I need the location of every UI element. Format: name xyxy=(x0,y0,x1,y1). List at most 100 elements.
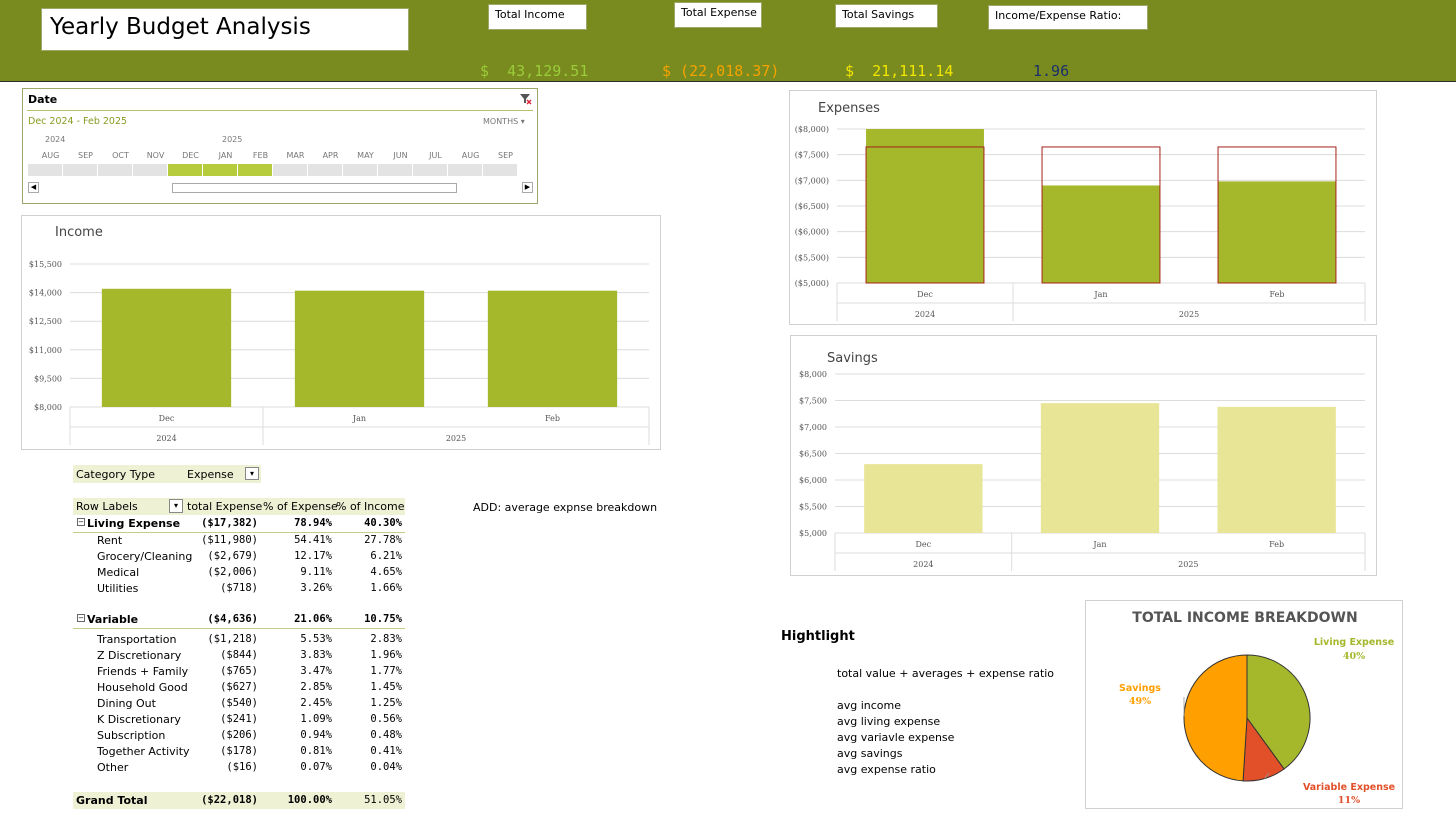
grand-total-label: Grand Total xyxy=(76,794,148,807)
filter-dropdown-icon[interactable]: ▾ xyxy=(245,467,259,480)
pct-income-header[interactable]: % of Income xyxy=(336,500,405,513)
expenses-chart-panel[interactable]: Expenses ($8,000) ($7,500) ($7,000) ($6,500… xyxy=(789,90,1377,325)
pivot-data-row: Dining Out ($540) 2.45% 1.25% xyxy=(73,695,405,711)
savings-bar-feb[interactable] xyxy=(1217,406,1336,533)
timeline-scrollbar-thumb[interactable] xyxy=(172,183,457,193)
total-expense-header[interactable]: total Expense xyxy=(187,500,262,513)
savings-year-label: 2024 xyxy=(913,560,933,569)
timeline-month-12: AUG xyxy=(461,151,480,160)
pivot-row-pct-expense: 3.83% xyxy=(300,649,332,661)
timeline-cell-5[interactable] xyxy=(203,164,237,176)
collapse-icon[interactable]: − xyxy=(77,518,85,526)
pivot-row-pct-expense: 9.11% xyxy=(300,566,332,578)
timeline-cell-2[interactable] xyxy=(98,164,132,176)
timeline-level-dropdown[interactable]: MONTHS ▾ xyxy=(483,117,525,126)
pivot-group-name[interactable]: Variable xyxy=(87,613,138,626)
kpi-total-savings-label[interactable]: Total Savings xyxy=(835,4,938,28)
income-chart-panel[interactable]: Income $15,500 $14,000 $12,500 $11,000 $9,50… xyxy=(21,215,661,450)
expenses-tick-label: ($7,000) xyxy=(795,176,829,185)
income-tick-label: $15,500 xyxy=(29,260,62,269)
timeline-cell-1[interactable] xyxy=(63,164,97,176)
timeline-level-label: MONTHS xyxy=(483,117,519,126)
pivot-row-total: ($2,006) xyxy=(207,566,258,578)
pivot-row-total: ($178) xyxy=(220,745,258,757)
kpi-total-expense-label[interactable]: Total Expense xyxy=(674,2,762,28)
kpi-total-income-label[interactable]: Total Income xyxy=(488,4,587,30)
kpi-total-expense-value: $ (22,018.37) xyxy=(662,62,780,80)
pivot-data-row: Other ($16) 0.07% 0.04% xyxy=(73,759,405,775)
pivot-row-total: ($2,679) xyxy=(207,550,258,562)
scroll-right-arrow-icon[interactable]: ▶ xyxy=(522,182,533,193)
dashboard-title[interactable]: Yearly Budget Analysis xyxy=(41,8,409,51)
expenses-tick-label: ($8,000) xyxy=(795,125,829,134)
timeline-cell-8[interactable] xyxy=(308,164,342,176)
grand-total-pct-income: 51.05% xyxy=(364,794,402,806)
pivot-row-pct-expense: 2.45% xyxy=(300,697,332,709)
grand-total-value: ($22,018) xyxy=(201,794,258,806)
pie-slice-savings[interactable] xyxy=(1183,654,1248,782)
collapse-icon[interactable]: − xyxy=(77,614,85,622)
income-bar-dec[interactable] xyxy=(101,288,232,407)
income-bar-jan[interactable] xyxy=(294,290,425,407)
timeline-cell-7[interactable] xyxy=(273,164,307,176)
highlight-item: avg expense ratio xyxy=(837,763,936,776)
pivot-group-pct-expense: 21.06% xyxy=(294,613,332,625)
highlight-item: total value + averages + expense ratio xyxy=(837,667,1055,680)
pie-label-pct: 11% xyxy=(1338,795,1360,806)
kpi-total-savings-value: $ 21,111.14 xyxy=(845,62,954,80)
pivot-row-total: ($627) xyxy=(220,681,258,693)
pivot-group-total: ($17,382) xyxy=(201,517,258,529)
timeline-cell-11[interactable] xyxy=(413,164,447,176)
income-tick-label: $8,000 xyxy=(34,403,62,412)
timeline-month-5: JAN xyxy=(218,151,233,160)
pivot-group-name[interactable]: Living Expense xyxy=(87,517,180,530)
timeline-month-8: APR xyxy=(322,151,339,160)
pivot-row-total: ($718) xyxy=(220,582,258,594)
savings-tick-label: $5,500 xyxy=(799,503,827,512)
expenses-category-label: Jan xyxy=(1093,290,1107,299)
timeline-cell-0[interactable] xyxy=(28,164,62,176)
timeline-cell-6[interactable] xyxy=(238,164,272,176)
expenses-bar-jan[interactable] xyxy=(1042,185,1160,283)
pie-label-pct: 49% xyxy=(1129,696,1151,707)
pct-expense-header[interactable]: % of Expense xyxy=(263,500,338,513)
timeline-month-0: AUG xyxy=(41,151,60,160)
timeline-cells-row xyxy=(28,164,533,176)
savings-tick-label: $6,500 xyxy=(799,450,827,459)
savings-category-label: Feb xyxy=(1269,540,1284,549)
expenses-tick-label: ($6,000) xyxy=(795,228,829,237)
timeline-cell-13[interactable] xyxy=(483,164,517,176)
timeline-month-10: JUN xyxy=(393,151,408,160)
pivot-row-pct-income: 0.04% xyxy=(370,761,402,773)
timeline-cell-9[interactable] xyxy=(343,164,377,176)
income-tick-label: $9,500 xyxy=(34,374,62,383)
add-note: ADD: average expnse breakdown xyxy=(473,501,658,514)
pivot-row-total: ($540) xyxy=(220,697,258,709)
timeline-month-3: NOV xyxy=(146,151,165,160)
savings-bar-jan[interactable] xyxy=(1040,403,1160,533)
savings-bar-dec[interactable] xyxy=(864,464,983,533)
timeline-month-2: OCT xyxy=(112,151,129,160)
timeline-month-9: MAY xyxy=(357,151,374,160)
income-bar-feb[interactable] xyxy=(487,290,618,407)
expenses-bar-feb[interactable] xyxy=(1218,181,1336,283)
sort-filter-icon[interactable]: ▾ xyxy=(169,499,183,513)
timeline-cell-4[interactable] xyxy=(168,164,202,176)
timeline-cell-12[interactable] xyxy=(448,164,482,176)
pivot-filter-label: Category Type xyxy=(76,468,156,481)
timeline-year-2025: 2025 xyxy=(222,135,243,144)
pivot-row-pct-income: 0.56% xyxy=(370,713,402,725)
income-breakdown-panel[interactable]: TOTAL INCOME BREAKDOWN Living Expense 40%… xyxy=(1085,600,1403,809)
savings-chart-panel[interactable]: Savings $8,000 $7,500 $7,000 $6,500 $6,000 $5… xyxy=(790,335,1377,576)
kpi-ratio-label[interactable]: Income/Expense Ratio: xyxy=(988,5,1148,30)
scroll-left-arrow-icon[interactable]: ◀ xyxy=(28,182,39,193)
row-labels-header[interactable]: Row Labels xyxy=(76,500,138,513)
timeline-cell-10[interactable] xyxy=(378,164,412,176)
expenses-tick-label: ($5,000) xyxy=(795,279,829,288)
clear-filter-icon[interactable] xyxy=(519,92,533,106)
timeline-cell-3[interactable] xyxy=(133,164,167,176)
expenses-bar-dec[interactable] xyxy=(866,129,984,283)
date-timeline-slicer[interactable]: Date Dec 2024 - Feb 2025 MONTHS ▾ 2024 2… xyxy=(22,88,538,204)
pivot-row-pct-income: 2.83% xyxy=(370,633,402,645)
pie-label-name: Living Expense xyxy=(1314,637,1394,648)
